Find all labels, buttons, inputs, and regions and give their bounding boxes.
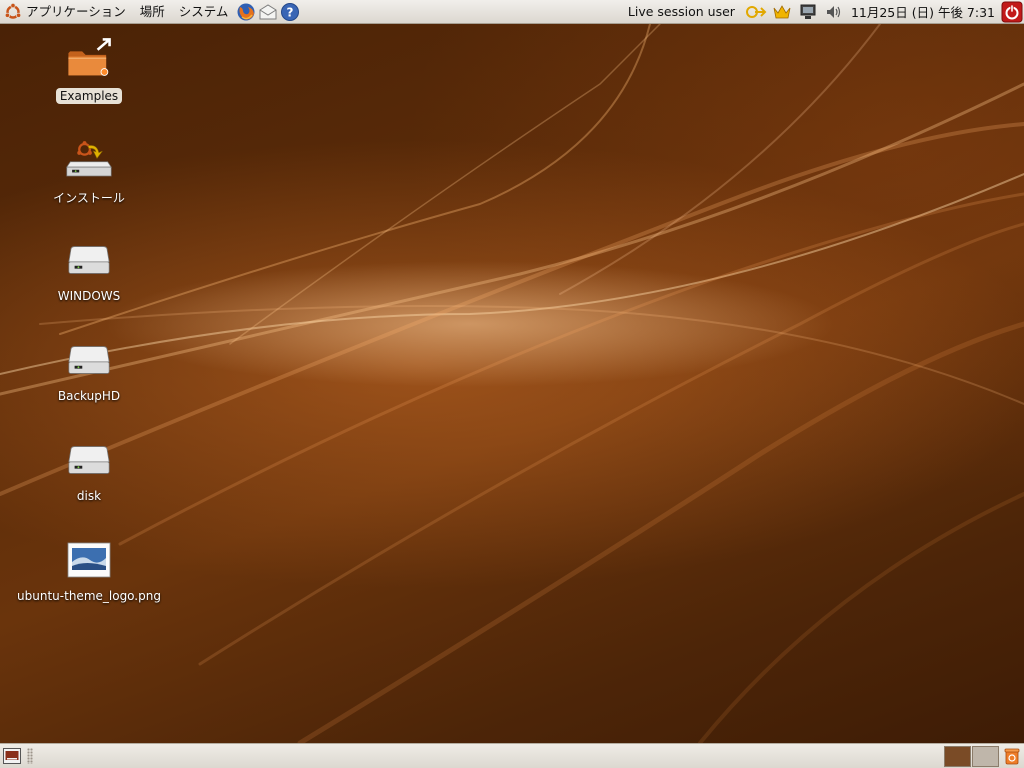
- ubuntu-logo-icon: [4, 2, 22, 19]
- firefox-launcher[interactable]: [235, 1, 257, 23]
- image-file-icon: [65, 536, 113, 584]
- help-launcher[interactable]: ?: [279, 1, 301, 23]
- top-panel: アプリケーション 場所 システム ? Live session user 11月…: [0, 0, 1024, 24]
- trash-applet[interactable]: [1001, 745, 1023, 767]
- drive-icon: [65, 436, 113, 484]
- drive-icon: [65, 336, 113, 384]
- places-menu[interactable]: 場所: [133, 0, 172, 24]
- help-icon: ?: [281, 2, 300, 21]
- drive-icon: [65, 236, 113, 284]
- applications-menu[interactable]: アプリケーション: [0, 0, 133, 24]
- update-notifier-icon: [773, 4, 791, 18]
- display-tray[interactable]: [797, 1, 819, 23]
- workspace-2[interactable]: [972, 745, 999, 767]
- display-icon: [800, 4, 816, 19]
- update-tray[interactable]: [771, 1, 793, 23]
- desktop-icon-label: BackupHD: [57, 389, 121, 403]
- desktop[interactable]: Examples インストール WINDOWS BackupHD disk ub…: [0, 24, 1024, 743]
- desktop-icon-logo-png[interactable]: ubuntu-theme_logo.png: [14, 536, 164, 604]
- desktop-icon-install[interactable]: インストール: [14, 136, 164, 207]
- network-manager-icon: [745, 5, 767, 18]
- volume-tray[interactable]: [823, 1, 845, 23]
- bottom-panel: [0, 743, 1024, 768]
- trash-icon: [1004, 748, 1020, 765]
- power-button[interactable]: [1001, 1, 1023, 23]
- desktop-icon-label: WINDOWS: [57, 289, 121, 303]
- system-menu[interactable]: システム: [172, 0, 236, 24]
- mail-launcher[interactable]: [257, 1, 279, 23]
- desktop-icon-label: Examples: [55, 88, 123, 104]
- power-icon: [1001, 1, 1023, 22]
- desktop-icon-backuphd[interactable]: BackupHD: [14, 336, 164, 404]
- mail-icon: [259, 3, 277, 19]
- firefox-icon: [237, 3, 255, 20]
- clock[interactable]: 11月25日 (日) 午後 7:31: [847, 2, 999, 21]
- user-switcher[interactable]: Live session user: [620, 4, 743, 19]
- desktop-icon-disk[interactable]: disk: [14, 436, 164, 504]
- workspace-1[interactable]: [944, 745, 971, 767]
- desktop-icon-label: ubuntu-theme_logo.png: [17, 589, 161, 603]
- desktop-icon-examples[interactable]: Examples: [14, 36, 164, 104]
- show-desktop-icon: [3, 748, 21, 764]
- installer-icon: [65, 136, 113, 184]
- panel-drag-handle[interactable]: [27, 748, 33, 764]
- show-desktop-button[interactable]: [1, 745, 23, 767]
- applications-menu-label: アプリケーション: [26, 3, 126, 19]
- desktop-icon-label: インストール: [53, 191, 125, 205]
- network-tray[interactable]: [745, 1, 767, 23]
- folder-link-icon: [65, 36, 113, 84]
- desktop-icon-label: disk: [76, 489, 102, 503]
- svg-text:?: ?: [287, 5, 294, 19]
- volume-icon: [826, 5, 841, 18]
- desktop-icon-windows[interactable]: WINDOWS: [14, 236, 164, 304]
